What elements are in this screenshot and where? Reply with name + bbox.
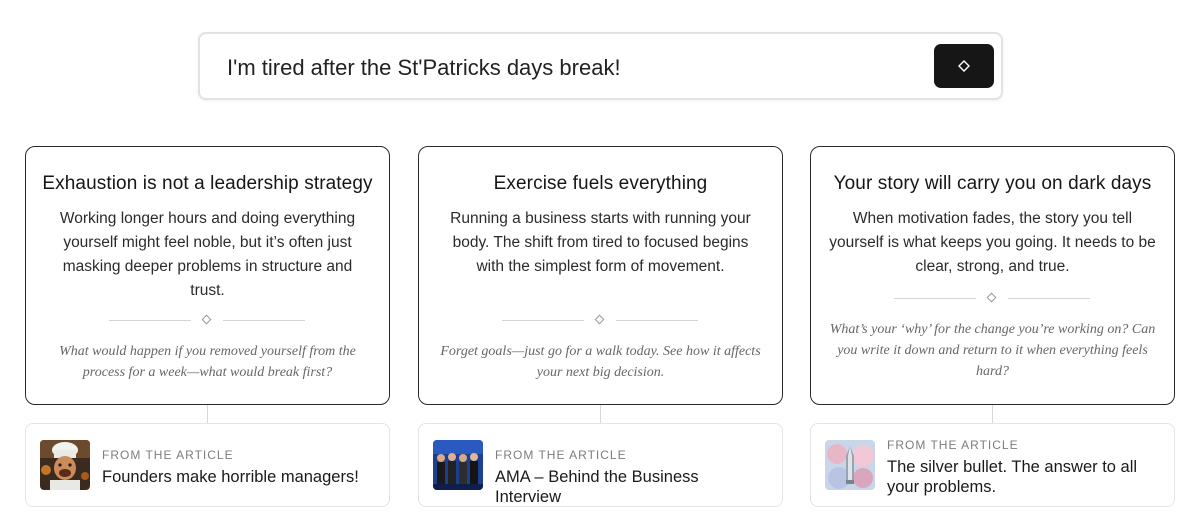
connector-line <box>207 405 208 423</box>
card-prompt: What’s your ‘why’ for the change you’re … <box>829 322 1156 379</box>
card-title: Your story will carry you on dark days <box>833 173 1152 194</box>
article-kicker: FROM THE ARTICLE <box>102 448 234 462</box>
chef-photo-thumbnail <box>40 440 90 490</box>
card-title: Exercise fuels everything <box>493 173 708 194</box>
divider <box>894 292 1090 303</box>
divider-diamond-icon <box>594 314 605 325</box>
divider-diamond-icon <box>986 292 997 303</box>
diamond-icon <box>958 60 970 72</box>
group-photo-thumbnail <box>433 440 483 490</box>
card-body: Working longer hours and doing everythin… <box>59 210 356 299</box>
article-link[interactable]: FROM THE ARTICLE The silver bullet. The … <box>810 423 1175 507</box>
article-title: Founders make horrible managers! <box>102 468 359 486</box>
insight-card: Exercise fuels everything Running a busi… <box>418 146 783 405</box>
article-title: AMA – Behind the Business Interview <box>495 468 699 506</box>
insight-card: Your story will carry you on dark days W… <box>810 146 1175 405</box>
card-body: Running a business starts with running y… <box>450 210 751 275</box>
article-link[interactable]: FROM THE ARTICLE Founders make horrible … <box>25 423 390 507</box>
article-kicker: FROM THE ARTICLE <box>887 438 1019 452</box>
connector-line <box>600 405 601 423</box>
card-prompt: What would happen if you removed yoursel… <box>59 344 356 380</box>
article-link[interactable]: FROM THE ARTICLE AMA – Behind the Busine… <box>418 423 783 507</box>
submit-button[interactable] <box>934 44 994 88</box>
insight-card: Exhaustion is not a leadership strategy … <box>25 146 390 405</box>
article-kicker: FROM THE ARTICLE <box>495 448 627 462</box>
card-body: When motivation fades, the story you tel… <box>829 210 1156 275</box>
search-bar <box>198 32 1003 100</box>
divider <box>109 314 305 325</box>
card-title: Exhaustion is not a leadership strategy <box>42 173 373 194</box>
silver-bullet-thumbnail <box>825 440 875 490</box>
search-input[interactable] <box>227 52 917 84</box>
article-title: The silver bullet. The answer to all you… <box>887 458 1138 496</box>
card-prompt: Forget goals—just go for a walk today. S… <box>440 344 761 380</box>
divider <box>502 314 698 325</box>
divider-diamond-icon <box>201 314 212 325</box>
connector-line <box>992 405 993 423</box>
